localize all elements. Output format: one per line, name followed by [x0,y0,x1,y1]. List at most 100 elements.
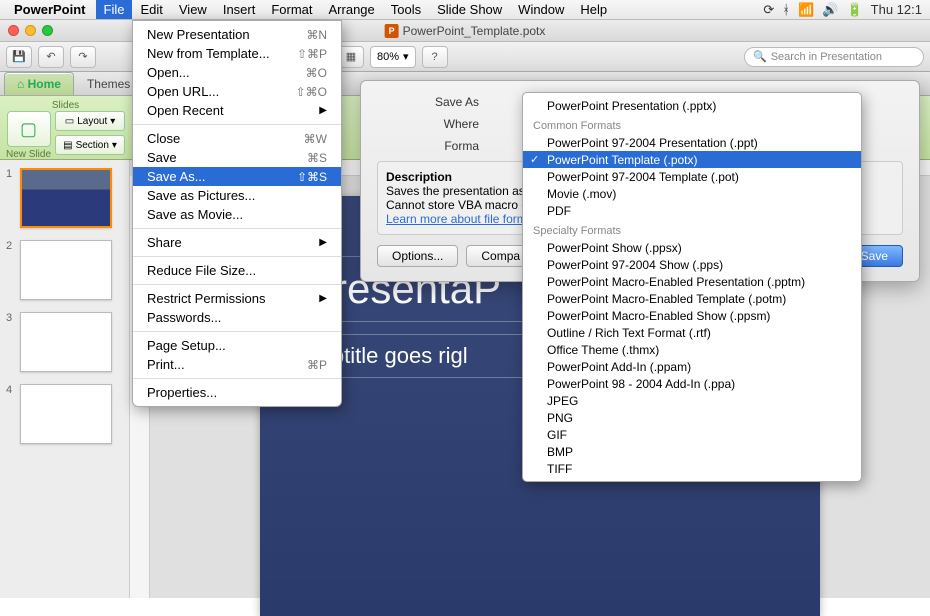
search-icon: 🔍 [753,50,767,63]
description-line2: Cannot store VBA macro co [386,198,534,212]
section-button[interactable]: ▤Section▾ [55,135,125,155]
file-menu-item[interactable]: Open URL...⇧⌘O [133,82,341,101]
sync-icon[interactable]: ⟳ [763,2,774,18]
help-toolbar-button[interactable]: ? [422,46,448,68]
menubar-item-insert[interactable]: Insert [215,0,264,19]
redo-toolbar-button[interactable]: ↷ [70,46,96,68]
format-option[interactable]: ✓PowerPoint Template (.potx) [523,151,861,168]
menubar-item-slide-show[interactable]: Slide Show [429,0,510,19]
where-field-label: Where [377,117,487,131]
ribbon-group-slides-label: Slides [6,100,125,111]
battery-icon[interactable]: 🔋 [846,2,862,18]
file-menu-item[interactable]: Open Recent▶ [133,101,341,120]
mac-menubar: PowerPoint FileEditViewInsertFormatArran… [0,0,930,20]
menubar-item-arrange[interactable]: Arrange [321,0,383,19]
format-option[interactable]: PowerPoint Macro-Enabled Template (.potm… [523,290,861,307]
file-menu-dropdown: New Presentation⌘NNew from Template...⇧⌘… [132,20,342,407]
thumbnail-number: 3 [6,312,16,324]
slide-thumbnail-panel: 1 2 3 4 [0,160,130,598]
app-name[interactable]: PowerPoint [14,2,86,17]
format-option[interactable]: PowerPoint 97-2004 Show (.pps) [523,256,861,273]
format-option[interactable]: Outline / Rich Text Format (.rtf) [523,324,861,341]
slide-thumbnail[interactable]: 1 [6,168,123,228]
layout-button[interactable]: ▭Layout▾ [55,111,125,131]
format-option[interactable]: BMP [523,443,861,460]
file-menu-item[interactable]: New Presentation⌘N [133,25,341,44]
slide-thumbnail[interactable]: 4 [6,384,123,444]
chevron-down-icon: ▾ [403,50,409,63]
format-section-header: Common Formats [523,118,861,134]
thumbnail-number: 4 [6,384,16,396]
menubar-clock[interactable]: Thu 12:1 [871,2,922,17]
format-section-header: Specialty Formats [523,223,861,239]
zoom-window-button[interactable] [42,25,53,36]
save-toolbar-button[interactable]: 💾 [6,46,32,68]
undo-toolbar-button[interactable]: ↶ [38,46,64,68]
thumbnail-preview [20,168,112,228]
format-option[interactable]: PNG [523,409,861,426]
file-menu-item[interactable]: Passwords... [133,308,341,327]
format-option[interactable]: PowerPoint 97-2004 Presentation (.ppt) [523,134,861,151]
description-line1: Saves the presentation as a [386,184,535,198]
format-option[interactable]: PowerPoint 98 - 2004 Add-In (.ppa) [523,375,861,392]
volume-icon[interactable]: 🔊 [822,2,838,18]
menubar-item-window[interactable]: Window [510,0,572,19]
file-menu-item[interactable]: Save as Movie... [133,205,341,224]
file-menu-item[interactable]: New from Template...⇧⌘P [133,44,341,63]
file-menu-item[interactable]: Save as Pictures... [133,186,341,205]
file-menu-item[interactable]: Print...⌘P [133,355,341,374]
slide-thumbnail[interactable]: 3 [6,312,123,372]
format-option[interactable]: PowerPoint Macro-Enabled Show (.ppsm) [523,307,861,324]
format-dropdown: PowerPoint Presentation (.pptx) Common Fo… [522,92,862,482]
format-option[interactable]: PowerPoint 97-2004 Template (.pot) [523,168,861,185]
file-menu-item[interactable]: Save As...⇧⌘S [133,167,341,186]
format-option[interactable]: TIFF [523,460,861,477]
file-menu-item[interactable]: Restrict Permissions▶ [133,289,341,308]
file-menu-item[interactable]: Page Setup... [133,336,341,355]
menubar-item-format[interactable]: Format [263,0,320,19]
document-title: P PowerPoint_Template.potx [385,24,546,38]
thumbnail-number: 2 [6,240,16,252]
file-menu-item[interactable]: Open...⌘O [133,63,341,82]
zoom-select[interactable]: 80% ▾ [370,46,416,68]
menubar-item-file[interactable]: File [96,0,133,19]
slide-thumbnail[interactable]: 2 [6,240,123,300]
minimize-window-button[interactable] [25,25,36,36]
thumbnail-preview [20,384,112,444]
format-option[interactable]: Movie (.mov) [523,185,861,202]
menubar-item-view[interactable]: View [171,0,215,19]
document-filename: PowerPoint_Template.potx [403,24,546,38]
format-option[interactable]: GIF [523,426,861,443]
options-button[interactable]: Options... [377,245,458,267]
file-menu-item[interactable]: Reduce File Size... [133,261,341,280]
thumbnail-preview [20,312,112,372]
ribbon-tab-home[interactable]: Home [4,72,74,95]
format-option[interactable]: Office Theme (.thmx) [523,341,861,358]
new-slide-button[interactable]: ▢ [7,111,51,147]
bluetooth-icon[interactable]: ᚼ [782,2,790,17]
new-slide-label: New Slide [6,149,51,160]
thumbnail-number: 1 [6,168,16,180]
file-menu-item[interactable]: Close⌘W [133,129,341,148]
search-placeholder: Search in Presentation [771,51,882,63]
search-in-presentation[interactable]: 🔍 Search in Presentation [744,47,924,67]
format-option[interactable]: PowerPoint Show (.ppsx) [523,239,861,256]
thumbnail-preview [20,240,112,300]
saveas-field-label: Save As [377,95,487,109]
file-menu-item[interactable]: Properties... [133,383,341,402]
format-option[interactable]: PDF [523,202,861,219]
menubar-item-help[interactable]: Help [572,0,615,19]
format-option[interactable]: JPEG [523,392,861,409]
learn-more-link[interactable]: Learn more about file form [386,212,527,226]
file-menu-item[interactable]: Save⌘S [133,148,341,167]
description-heading: Description [386,170,452,184]
format-option[interactable]: PowerPoint Presentation (.pptx) [523,97,861,114]
wifi-icon[interactable]: 📶 [798,2,814,18]
menubar-item-edit[interactable]: Edit [132,0,170,19]
format-option[interactable]: PowerPoint Add-In (.ppam) [523,358,861,375]
close-window-button[interactable] [8,25,19,36]
format-option[interactable]: PowerPoint Macro-Enabled Presentation (.… [523,273,861,290]
powerpoint-file-icon: P [385,24,399,38]
file-menu-item[interactable]: Share▶ [133,233,341,252]
menubar-item-tools[interactable]: Tools [383,0,429,19]
